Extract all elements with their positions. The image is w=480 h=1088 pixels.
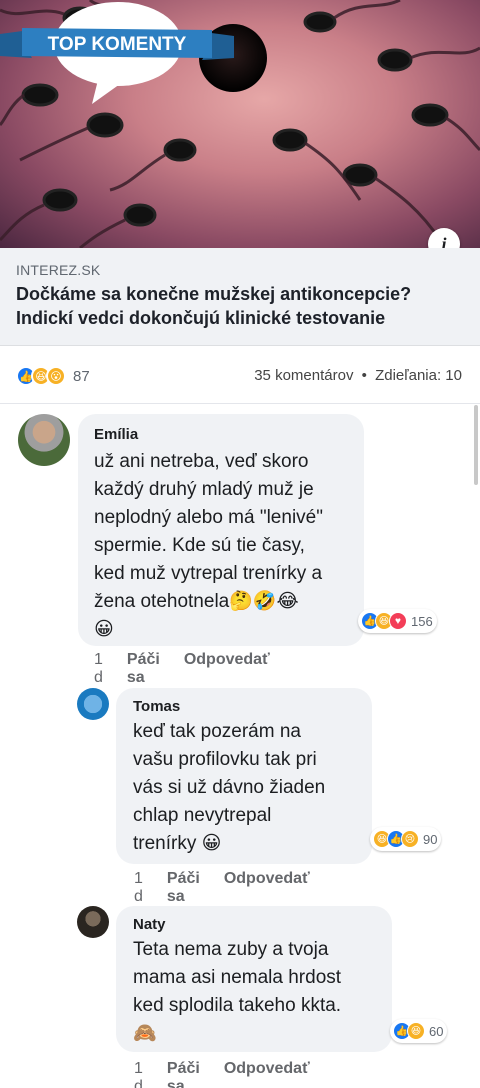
- haha-icon: 😆: [407, 1022, 425, 1040]
- reaction-count: 87: [73, 367, 90, 385]
- scrollbar[interactable]: [474, 405, 478, 485]
- link-preview[interactable]: INTEREZ.SK Dočkáme sa konečne mužskej an…: [0, 248, 480, 346]
- avatar[interactable]: [18, 414, 70, 466]
- reaction-count: 60: [429, 1023, 444, 1039]
- like-button[interactable]: Páči sa mi to: [167, 1060, 200, 1088]
- badge-label: TOP KOMENTY: [48, 34, 187, 55]
- post-stats: 👍 😆 😮 87 35 komentárov • Zdieľania: 10: [0, 346, 480, 404]
- avatar[interactable]: [77, 688, 109, 720]
- reply-button[interactable]: Odpovedať: [224, 1060, 310, 1088]
- comment-text: keď tak pozerám na vašu profilovku tak p…: [133, 718, 365, 858]
- wow-icon: 😮: [46, 366, 66, 386]
- stats-right: 35 komentárov • Zdieľania: 10: [252, 367, 464, 384]
- comment-reactions[interactable]: 👍 😆 ♥ 156: [358, 609, 437, 633]
- comment-time[interactable]: 1 d: [134, 1060, 143, 1088]
- link-title[interactable]: Dočkáme sa konečne mužskej antikoncepcie…: [16, 282, 466, 330]
- comment-reactions[interactable]: 👍 😆 60: [390, 1019, 448, 1043]
- comment-text: už ani netreba, veď skoro každý druhý ml…: [94, 448, 364, 644]
- grin-emoji-icon: 😀: [201, 833, 222, 854]
- reaction-count: 156: [411, 613, 433, 629]
- comment-text-content: keď tak pozerám na vašu profilovku tak p…: [133, 721, 326, 854]
- comment-actions: 1 d Páči sa mi to Odpovedať: [134, 1060, 334, 1088]
- separator: •: [361, 367, 367, 384]
- comment-author[interactable]: Emília: [94, 426, 138, 443]
- reaction-count: 90: [423, 831, 438, 847]
- link-domain: INTEREZ.SK: [16, 262, 101, 278]
- sad-icon: 😢: [401, 830, 419, 848]
- comment-author[interactable]: Naty: [133, 916, 166, 933]
- reaction-summary[interactable]: 👍 😆 😮 87: [16, 366, 90, 386]
- top-komenty-badge: TOP KOMENTY: [0, 2, 234, 104]
- love-icon: ♥: [389, 612, 407, 630]
- comment-text-content: Teta nema zuby a tvoja mama asi nemala h…: [133, 939, 342, 1016]
- share-count[interactable]: Zdieľania: 10: [375, 367, 462, 384]
- grin-emoji-icon: 😀: [94, 619, 114, 640]
- comment-reactions[interactable]: 😆 👍 😢 90: [370, 827, 442, 851]
- thinking-emoji-icon: 🤔🤣😂: [229, 591, 299, 612]
- comment-author[interactable]: Tomas: [133, 698, 180, 715]
- comment-text: Teta nema zuby a tvoja mama asi nemala h…: [133, 936, 389, 1048]
- monkey-emoji-icon: 🙈: [133, 1023, 157, 1044]
- comment-text-content: už ani netreba, veď skoro každý druhý ml…: [94, 451, 323, 612]
- article-image[interactable]: TOP KOMENTY i: [0, 0, 480, 248]
- avatar[interactable]: [77, 906, 109, 938]
- comment-count[interactable]: 35 komentárov: [254, 367, 353, 384]
